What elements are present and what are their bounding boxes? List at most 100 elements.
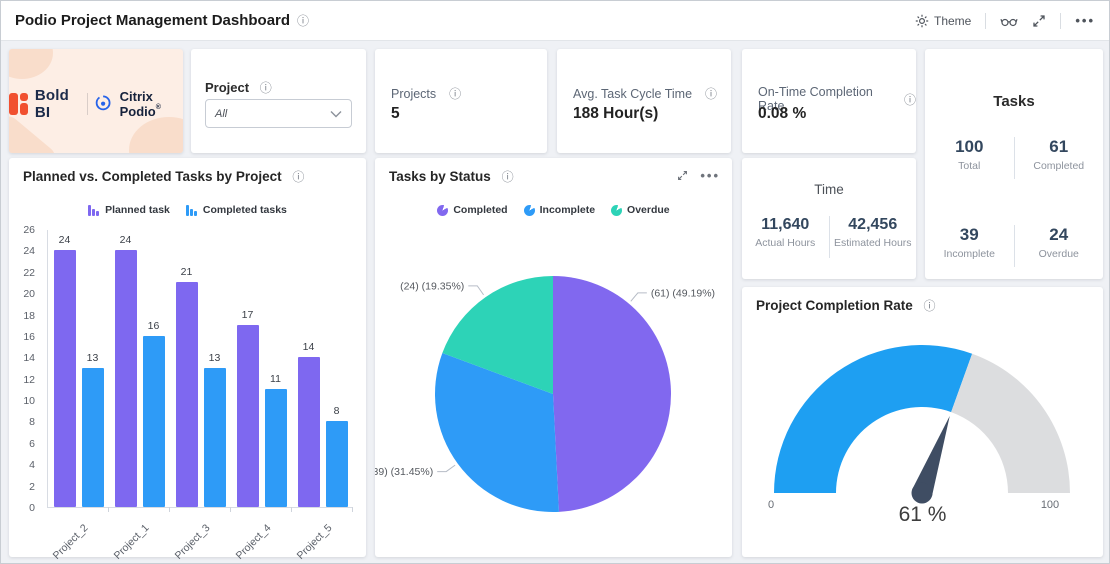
- gauge-chart-card: Project Completion Rate ⓘ 0 100 61 %: [742, 287, 1103, 557]
- pie-slice-completed[interactable]: [553, 276, 671, 512]
- bar-completed[interactable]: [82, 368, 104, 507]
- y-axis: 02468101214161820222426: [15, 230, 43, 508]
- bar-value-label: 17: [229, 309, 267, 321]
- decor-blob: [129, 117, 183, 153]
- pie-label-leader-line: [437, 465, 455, 471]
- bar-plot-area: 2413241621131711148: [47, 230, 352, 508]
- bar-chart-card: Planned vs. Completed Tasks by Project ⓘ…: [9, 158, 366, 557]
- y-axis-tick-label: 14: [23, 352, 35, 364]
- x-axis-tick: [230, 507, 231, 512]
- tasks-summary-card: Tasks 100 Total 61 Completed 39 Incomple…: [925, 49, 1103, 279]
- gauge-fill-arc[interactable]: [774, 345, 972, 493]
- bar-planned[interactable]: [115, 250, 137, 507]
- tasks-stats-row: 39 Incomplete 24 Overdue: [925, 225, 1103, 267]
- stat-completed: 61 Completed: [1015, 137, 1104, 179]
- logo-row: Bold BI Citrix Podio®: [9, 87, 183, 121]
- stat-total: 100 Total: [925, 137, 1014, 179]
- theme-button[interactable]: Theme: [915, 14, 971, 28]
- x-axis-label: Project_2: [18, 522, 90, 564]
- bar-planned[interactable]: [54, 250, 76, 507]
- y-axis-tick-label: 10: [23, 395, 35, 407]
- boldbi-logo-icon: [9, 93, 27, 115]
- pie-label-leader-line: [468, 286, 483, 295]
- bar-completed[interactable]: [265, 389, 287, 507]
- kpi-label: Projectsⓘ: [391, 85, 461, 102]
- stat-actual-hours: 11,640 Actual Hours: [742, 216, 829, 258]
- kpi-card-ontime-rate: On-Time Completion Rateⓘ 0.08 %: [742, 49, 916, 153]
- bar-value-label: 21: [168, 266, 206, 278]
- kpi-value: 188 Hour(s): [573, 105, 658, 123]
- x-axis-tick: [352, 507, 353, 512]
- info-icon[interactable]: ⓘ: [292, 168, 304, 185]
- legend-item-completed[interactable]: Completed tasks: [186, 204, 287, 216]
- info-icon[interactable]: ⓘ: [297, 12, 309, 29]
- theme-sun-icon: [915, 14, 929, 28]
- filter-label: Project ⓘ: [205, 79, 272, 96]
- kpi-card-avg-cycle-time: Avg. Task Cycle Timeⓘ 188 Hour(s): [557, 49, 731, 153]
- y-axis-tick-label: 12: [23, 374, 35, 386]
- podio-logo-text: Citrix Podio®: [120, 89, 183, 119]
- toolbar-divider: [985, 13, 986, 29]
- bar-value-label: 24: [46, 234, 84, 246]
- y-axis-tick-label: 6: [29, 438, 35, 450]
- column-chart-icon: [88, 205, 100, 216]
- bar-planned[interactable]: [176, 282, 198, 507]
- decor-blob: [9, 49, 53, 79]
- pie-slice-label: (61) (49.19%): [651, 287, 715, 299]
- info-icon[interactable]: ⓘ: [705, 85, 717, 102]
- x-axis-label: Project_1: [79, 522, 151, 564]
- kpi-value: 5: [391, 105, 400, 123]
- bar-value-label: 16: [135, 320, 173, 332]
- bar-value-label: 24: [107, 234, 145, 246]
- y-axis-tick-label: 4: [29, 459, 35, 471]
- card-title: Tasks: [925, 93, 1103, 110]
- dropdown-selected-value: All: [215, 108, 330, 120]
- pie-chart-card: Tasks by Status ⓘ ••• Completed Incomple…: [375, 158, 732, 557]
- project-filter-dropdown[interactable]: All: [205, 99, 352, 128]
- y-axis-tick-label: 24: [23, 245, 35, 257]
- card-title: Time: [742, 182, 916, 197]
- bar-planned[interactable]: [298, 357, 320, 507]
- logo-divider: [87, 93, 88, 115]
- fullscreen-icon[interactable]: [1032, 14, 1046, 28]
- gauge-needle-hub: [912, 483, 933, 504]
- time-stats-row: 11,640 Actual Hours 42,456 Estimated Hou…: [742, 216, 916, 258]
- y-axis-tick-label: 26: [23, 224, 35, 236]
- bar-completed[interactable]: [143, 336, 165, 507]
- bar-completed[interactable]: [326, 421, 348, 507]
- y-axis-tick-label: 18: [23, 310, 35, 322]
- y-axis-tick-label: 16: [23, 331, 35, 343]
- branding-card: Bold BI Citrix Podio®: [9, 49, 183, 153]
- kpi-card-projects: Projectsⓘ 5: [375, 49, 547, 153]
- theme-label: Theme: [934, 14, 971, 28]
- kpi-value: 0.08 %: [758, 105, 806, 123]
- bar-value-label: 13: [196, 352, 234, 364]
- project-filter-card: Project ⓘ All: [191, 49, 366, 153]
- chart-title: Planned vs. Completed Tasks by Project ⓘ: [23, 168, 304, 185]
- gauge-track-arc[interactable]: [951, 354, 1070, 493]
- page-title: Podio Project Management Dashboard: [15, 12, 290, 29]
- info-icon[interactable]: ⓘ: [904, 91, 916, 108]
- pie-label-leader-line: [631, 293, 647, 301]
- bar-completed[interactable]: [204, 368, 226, 507]
- bar-chart-legend: Planned task Completed tasks: [9, 204, 366, 216]
- dashboard-header: Podio Project Management Dashboard ⓘ The…: [1, 1, 1110, 41]
- column-chart-icon: [186, 205, 198, 216]
- bar-value-label: 14: [290, 341, 328, 353]
- legend-item-planned[interactable]: Planned task: [88, 204, 170, 216]
- y-axis-tick-label: 0: [29, 502, 35, 514]
- y-axis-tick-label: 20: [23, 288, 35, 300]
- bar-value-label: 11: [257, 373, 295, 385]
- info-icon[interactable]: ⓘ: [449, 85, 461, 102]
- bar-planned[interactable]: [237, 325, 259, 507]
- gauge-value-label: 61 %: [742, 503, 1103, 527]
- bar-value-label: 13: [74, 352, 112, 364]
- info-icon[interactable]: ⓘ: [260, 79, 272, 96]
- x-axis-tick: [169, 507, 170, 512]
- more-options-icon[interactable]: •••: [1075, 16, 1095, 26]
- x-axis-tick: [108, 507, 109, 512]
- stat-overdue: 24 Overdue: [1015, 225, 1104, 267]
- preview-glasses-icon[interactable]: [1000, 14, 1018, 28]
- header-toolbar: Theme •••: [915, 13, 1095, 29]
- dashboard-page: Podio Project Management Dashboard ⓘ The…: [0, 0, 1110, 564]
